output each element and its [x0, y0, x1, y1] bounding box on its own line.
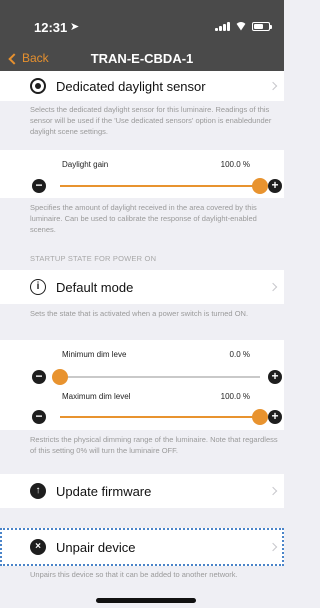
- min-dim-slider[interactable]: [52, 369, 260, 385]
- home-indicator[interactable]: [96, 598, 196, 603]
- slider-thumb[interactable]: [252, 178, 268, 194]
- location-arrow-icon: ➤: [70, 21, 80, 33]
- plus-button[interactable]: +: [268, 179, 282, 193]
- sensor-row[interactable]: Dedicated daylight sensor: [0, 71, 284, 101]
- daylight-gain-description: Specifies the amount of daylight receive…: [30, 203, 257, 234]
- daylight-gain-slider[interactable]: [60, 178, 268, 194]
- slider-thumb[interactable]: [52, 369, 68, 385]
- status-time: 12:31: [34, 20, 68, 35]
- section-header-startup: STARTUP STATE FOR POWER ON: [30, 254, 157, 263]
- focus-outline: [0, 528, 284, 566]
- radio-selected-icon: [30, 78, 46, 94]
- minus-button[interactable]: −: [32, 179, 46, 193]
- min-dim-label: Minimum dim leve: [62, 350, 127, 359]
- max-dim-value: 100.0 %: [220, 392, 250, 401]
- wifi-icon: [235, 22, 247, 31]
- status-icons: [215, 21, 272, 31]
- dim-level-description: Restricts the physical dimming range of …: [30, 435, 278, 455]
- slider-thumb[interactable]: [252, 409, 268, 425]
- default-mode-label: Default mode: [56, 280, 134, 295]
- max-dim-label: Maximum dim level: [62, 392, 131, 401]
- daylight-gain-value: 100.0 %: [220, 160, 250, 169]
- chevron-right-icon: [268, 81, 278, 91]
- slider-fill: [60, 416, 260, 418]
- daylight-gain-label: Daylight gain: [62, 160, 109, 169]
- default-mode-row[interactable]: i Default mode: [0, 270, 284, 304]
- default-mode-description: Sets the state that is activated when a …: [30, 309, 249, 318]
- minus-button[interactable]: −: [32, 410, 46, 424]
- dim-level-panel: Minimum dim leve 0.0 % − + Maximum dim l…: [0, 340, 284, 430]
- page-title: TRAN-E-CBDA-1: [90, 51, 194, 66]
- chevron-right-icon: [268, 486, 278, 496]
- sensor-label: Dedicated daylight sensor: [56, 79, 206, 94]
- unpair-description: Unpairs this device so that it can be ad…: [30, 570, 238, 579]
- daylight-gain-panel: Daylight gain 100.0 % − +: [0, 150, 284, 198]
- min-dim-value: 0.0 %: [229, 350, 250, 359]
- plus-button[interactable]: +: [268, 410, 282, 424]
- plus-button[interactable]: +: [268, 370, 282, 384]
- upload-arrow-icon: ↑: [30, 483, 46, 499]
- minus-button[interactable]: −: [32, 370, 46, 384]
- max-dim-slider[interactable]: [60, 409, 268, 425]
- chevron-right-icon: [268, 282, 278, 292]
- update-firmware-row[interactable]: ↑ Update firmware: [0, 474, 284, 508]
- battery-icon: [252, 21, 272, 31]
- signal-icon: [215, 21, 230, 31]
- nav-header: 12:31 ➤ Back TRAN-E-CBDA-1: [0, 0, 284, 71]
- info-icon: i: [30, 279, 46, 295]
- sensor-description: Selects the dedicated daylight sensor fo…: [30, 105, 272, 136]
- update-firmware-label: Update firmware: [56, 484, 152, 499]
- slider-fill: [60, 185, 260, 187]
